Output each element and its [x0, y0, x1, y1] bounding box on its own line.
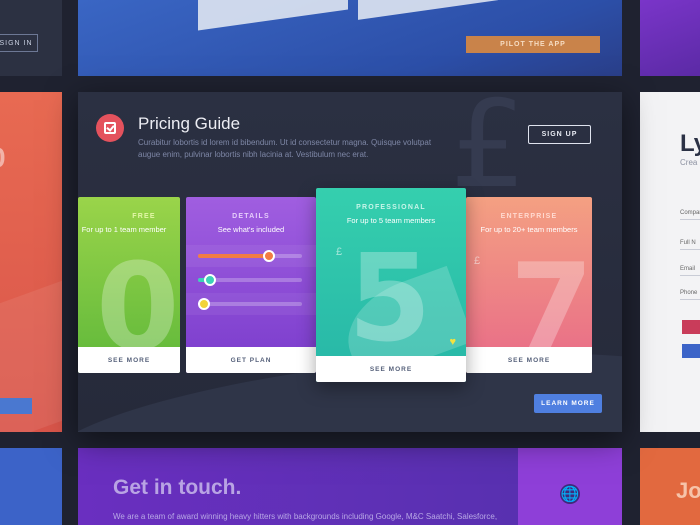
pricing-card-professional[interactable]: 5 £ PROFESSIONAL For up to 5 team member…	[316, 188, 466, 382]
right-panel-blue-button[interactable]	[682, 344, 700, 358]
free-see-more-button[interactable]: SEE MORE	[78, 347, 180, 373]
professional-plan-desc: For up to 5 team members	[346, 216, 436, 225]
pricing-card-enterprise[interactable]: 7 £ ENTERPRISE For up to 20+ team member…	[466, 197, 592, 373]
right-panel-red-button[interactable]	[682, 320, 700, 334]
right-panel-heading: Ly	[680, 130, 700, 157]
enterprise-currency: £	[474, 255, 481, 267]
slider-fill	[198, 254, 269, 258]
page-title: Pricing Guide	[138, 114, 241, 133]
get-in-touch-body: We are a team of award winning heavy hit…	[113, 512, 498, 521]
pricing-card-details[interactable]: DETAILS See what's included GET PLAN	[186, 197, 316, 373]
get-plan-button[interactable]: GET PLAN	[186, 347, 316, 373]
professional-plan-name: PROFESSIONAL	[356, 204, 426, 211]
bg-panel-right: Ly Crea Company Full N Email Phone	[640, 92, 700, 432]
slider-knob[interactable]	[198, 298, 210, 310]
feature-slider-3[interactable]	[198, 298, 302, 310]
bg-panel-bottom-center: Get in touch. We are a team of award win…	[78, 448, 518, 525]
phone-field[interactable]: Phone	[680, 290, 700, 300]
pilot-app-button[interactable]: PILOT THE APP	[466, 36, 600, 53]
sign-in-button[interactable]: SIGN IN	[0, 34, 38, 52]
feature-slider-2[interactable]	[198, 274, 302, 286]
sign-up-button[interactable]: SIGN UP	[528, 125, 591, 144]
bg-panel-left: 0	[0, 92, 62, 432]
free-plan-name: FREE	[132, 213, 156, 220]
professional-see-more-button[interactable]: SEE MORE	[316, 356, 466, 382]
pricing-guide-panel: £ Pricing Guide Curabitur lobortis id lo…	[78, 92, 622, 432]
slider-knob[interactable]	[204, 274, 217, 286]
email-field[interactable]: Email	[680, 266, 700, 276]
right-panel-subheading: Crea	[680, 158, 698, 167]
pricing-card-free[interactable]: 0 FREE For up to 1 team member SEE MORE	[78, 197, 180, 373]
free-plan-desc: For up to 1 team member	[81, 225, 167, 234]
page-subtitle: Curabitur lobortis id lorem id bibendum.…	[138, 138, 432, 159]
company-field[interactable]: Company	[680, 210, 700, 220]
preview-card	[358, 0, 498, 20]
bg-panel-top-left: SIGN IN	[0, 0, 62, 76]
bg-panel-bottom-left	[0, 448, 62, 525]
professional-plan-number: 5	[348, 230, 432, 369]
heart-icon[interactable]: ♥	[449, 336, 456, 348]
enterprise-see-more-button[interactable]: SEE MORE	[466, 347, 592, 373]
professional-currency: £	[336, 246, 343, 258]
enterprise-plan-desc: For up to 20+ team members	[480, 225, 578, 234]
slider-knob[interactable]	[262, 250, 275, 262]
globe-icon: 🌐	[560, 484, 580, 504]
bottom-right-heading: Jo	[676, 478, 700, 503]
details-plan-desc: See what's included	[217, 225, 285, 234]
get-in-touch-heading: Get in touch.	[113, 476, 242, 499]
bg-panel-bottom-right: Jo	[640, 448, 700, 525]
bg-panel-bottom-globe: 🌐	[518, 448, 622, 525]
enterprise-plan-name: ENTERPRISE	[500, 213, 558, 220]
left-panel-button[interactable]	[0, 398, 32, 414]
checkbox-logo-icon	[96, 114, 124, 142]
bg-panel-top-center: PILOT THE APP	[78, 0, 622, 76]
details-plan-name: DETAILS	[232, 213, 270, 220]
bg-panel-top-right	[640, 0, 700, 76]
learn-more-button[interactable]: LEARN MORE	[534, 394, 602, 413]
preview-card	[198, 0, 348, 31]
left-panel-glyph: 0	[0, 142, 6, 174]
feature-slider-1[interactable]	[198, 250, 302, 262]
full-name-field[interactable]: Full N	[680, 240, 700, 250]
